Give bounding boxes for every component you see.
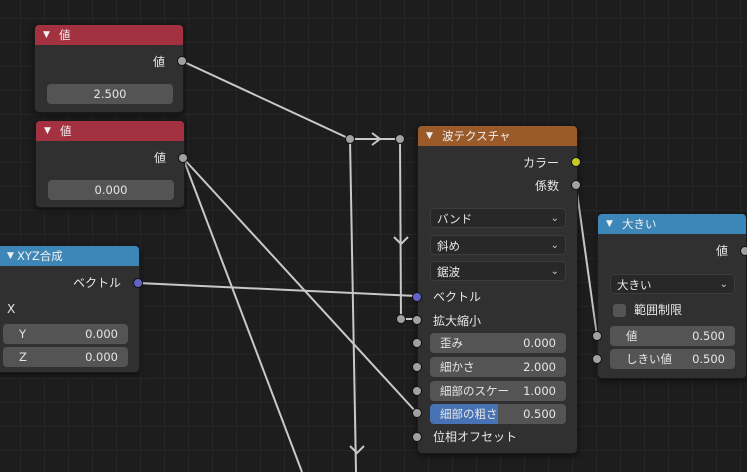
wave-roughness-label: 細部の粗さ xyxy=(440,407,498,421)
arrow-down-1 xyxy=(393,236,409,246)
math-value-value: 0.500 xyxy=(692,329,725,343)
math-operation-dropdown[interactable]: 大きい ⌄ xyxy=(610,274,735,294)
math-threshold-input-socket[interactable] xyxy=(592,354,602,364)
combine-xyz-output-label: ベクトル xyxy=(72,276,121,290)
arrow-right xyxy=(371,132,382,146)
wave-texture-node[interactable]: ▼ 波テクスチャ カラー 係数 バンド ⌄ 斜め ⌄ 鋸波 ⌄ ベクトル 拡大縮… xyxy=(417,125,578,454)
reroute-node-2 xyxy=(395,134,405,144)
wave-type-value: バンド xyxy=(437,212,473,226)
wave-type-dropdown[interactable]: バンド ⌄ xyxy=(430,208,566,228)
collapse-triangle-icon[interactable]: ▼ xyxy=(426,126,433,146)
link-combine-to-vector xyxy=(137,282,418,297)
wave-direction-value: 斜め xyxy=(437,239,460,253)
value-node-1-output-socket[interactable] xyxy=(177,56,187,66)
wave-phase-input-label: 位相オフセット xyxy=(433,430,518,444)
wave-phase-input-socket[interactable] xyxy=(412,432,422,442)
wave-direction-dropdown[interactable]: 斜め ⌄ xyxy=(430,235,566,255)
reroute-node-1 xyxy=(345,134,355,144)
chevron-down-icon: ⌄ xyxy=(550,240,559,251)
combine-xyz-y-label: Y xyxy=(19,327,27,341)
value-node-2-output-socket[interactable] xyxy=(178,153,188,163)
value-node-1-field[interactable]: 2.500 xyxy=(47,84,173,104)
value-node-2-field[interactable]: 0.000 xyxy=(48,180,174,200)
wave-detail-input-socket[interactable] xyxy=(412,362,422,372)
wave-detail-scale-value: 1.000 xyxy=(523,384,556,398)
wave-detail-scale-field[interactable]: 細部のスケー 1.000 xyxy=(430,381,566,401)
math-clamp-checkbox[interactable] xyxy=(613,304,626,317)
wave-roughness-input-socket[interactable] xyxy=(412,408,422,418)
value-node-1-header[interactable]: ▼ 値 xyxy=(35,25,183,45)
math-operation-value: 大きい xyxy=(617,278,652,292)
wave-color-output-socket[interactable] xyxy=(571,157,581,167)
value-node-2-output-label: 値 xyxy=(153,151,166,165)
wave-vector-input-socket[interactable] xyxy=(412,292,422,302)
wave-vector-input-label: ベクトル xyxy=(433,290,482,304)
value-node-1-value: 2.500 xyxy=(93,87,127,101)
wave-fac-output-socket[interactable] xyxy=(571,180,581,190)
wave-distortion-field[interactable]: 歪み 0.000 xyxy=(430,333,566,353)
chevron-down-icon: ⌄ xyxy=(550,213,559,224)
value-node-1-title: 値 xyxy=(59,28,71,42)
wave-color-output-label: カラー xyxy=(522,156,559,170)
reroute-node-3 xyxy=(396,314,406,324)
combine-xyz-title: XYZ合成 xyxy=(17,249,63,263)
wave-detail-field[interactable]: 細かさ 2.000 xyxy=(430,357,566,377)
combine-xyz-z-label: Z xyxy=(19,350,27,364)
value-node-2-header[interactable]: ▼ 値 xyxy=(36,121,184,141)
combine-xyz-x-label: X xyxy=(7,302,16,316)
combine-xyz-y-value: 0.000 xyxy=(85,327,118,341)
combine-xyz-z-field[interactable]: Z 0.000 xyxy=(3,347,128,367)
combine-xyz-output-socket[interactable] xyxy=(133,278,143,288)
wave-detail-value: 2.000 xyxy=(523,360,556,374)
wave-scale-input-socket[interactable] xyxy=(412,315,422,325)
math-value-input-socket[interactable] xyxy=(592,331,602,341)
wave-texture-header[interactable]: ▼ 波テクスチャ xyxy=(418,126,577,146)
math-greater-header[interactable]: ▼ 大きい xyxy=(598,214,746,234)
wave-distortion-value: 0.000 xyxy=(523,336,556,350)
value-node-2-value: 0.000 xyxy=(94,183,128,197)
wave-scale-input-label: 拡大縮小 xyxy=(433,314,482,328)
link-value2-to-roughness xyxy=(182,157,418,414)
wave-detail-label: 細かさ xyxy=(440,360,475,374)
link-fac-to-value xyxy=(575,184,598,337)
wave-roughness-value: 0.500 xyxy=(523,407,556,421)
wave-roughness-field[interactable]: 細部の粗さ 0.500 xyxy=(430,404,566,424)
value-node-1[interactable]: ▼ 値 値 2.500 xyxy=(34,24,184,113)
combine-xyz-y-field[interactable]: Y 0.000 xyxy=(3,324,128,344)
arrow-down-2 xyxy=(349,445,365,455)
math-greater-title: 大きい xyxy=(622,217,657,231)
wave-fac-output-label: 係数 xyxy=(534,179,559,193)
math-output-socket[interactable] xyxy=(740,246,747,256)
math-greater-node[interactable]: ▼ 大きい 値 大きい ⌄ 範囲制限 値 0.500 しきい値 0.500 xyxy=(597,213,747,379)
wave-detail-scale-input-socket[interactable] xyxy=(412,386,422,396)
collapse-triangle-icon[interactable]: ▼ xyxy=(44,121,51,141)
value-node-1-output-label: 値 xyxy=(152,55,165,69)
math-value-label: 値 xyxy=(626,329,638,343)
collapse-triangle-icon[interactable]: ▼ xyxy=(606,214,613,234)
wave-profile-value: 鋸波 xyxy=(437,265,460,279)
math-value-field[interactable]: 値 0.500 xyxy=(610,326,735,346)
link-value2-down xyxy=(182,157,303,472)
chevron-down-icon: ⌄ xyxy=(719,279,728,290)
wave-texture-title: 波テクスチャ xyxy=(442,129,511,143)
value-node-2-title: 値 xyxy=(60,124,72,138)
link-reroute-down xyxy=(349,138,357,472)
math-clamp-label: 範囲制限 xyxy=(634,303,683,317)
chevron-down-icon: ⌄ xyxy=(550,266,559,277)
wave-profile-dropdown[interactable]: 鋸波 ⌄ xyxy=(430,261,566,281)
combine-xyz-z-value: 0.000 xyxy=(85,350,118,364)
wave-detail-scale-label: 細部のスケー xyxy=(440,384,509,398)
math-threshold-field[interactable]: しきい値 0.500 xyxy=(610,349,735,369)
value-node-2[interactable]: ▼ 値 値 0.000 xyxy=(35,120,185,208)
combine-xyz-node[interactable]: ▼ XYZ合成 ベクトル X Y 0.000 Z 0.000 xyxy=(0,245,140,373)
math-threshold-value: 0.500 xyxy=(692,352,725,366)
collapse-triangle-icon[interactable]: ▼ xyxy=(43,25,50,45)
math-threshold-label: しきい値 xyxy=(626,352,672,366)
wave-distortion-label: 歪み xyxy=(440,336,463,350)
math-output-label: 値 xyxy=(715,244,728,258)
combine-xyz-header[interactable]: ▼ XYZ合成 xyxy=(0,246,139,266)
wave-distortion-input-socket[interactable] xyxy=(412,338,422,348)
collapse-triangle-icon[interactable]: ▼ xyxy=(7,246,14,266)
link-value1-to-reroute xyxy=(181,60,351,140)
